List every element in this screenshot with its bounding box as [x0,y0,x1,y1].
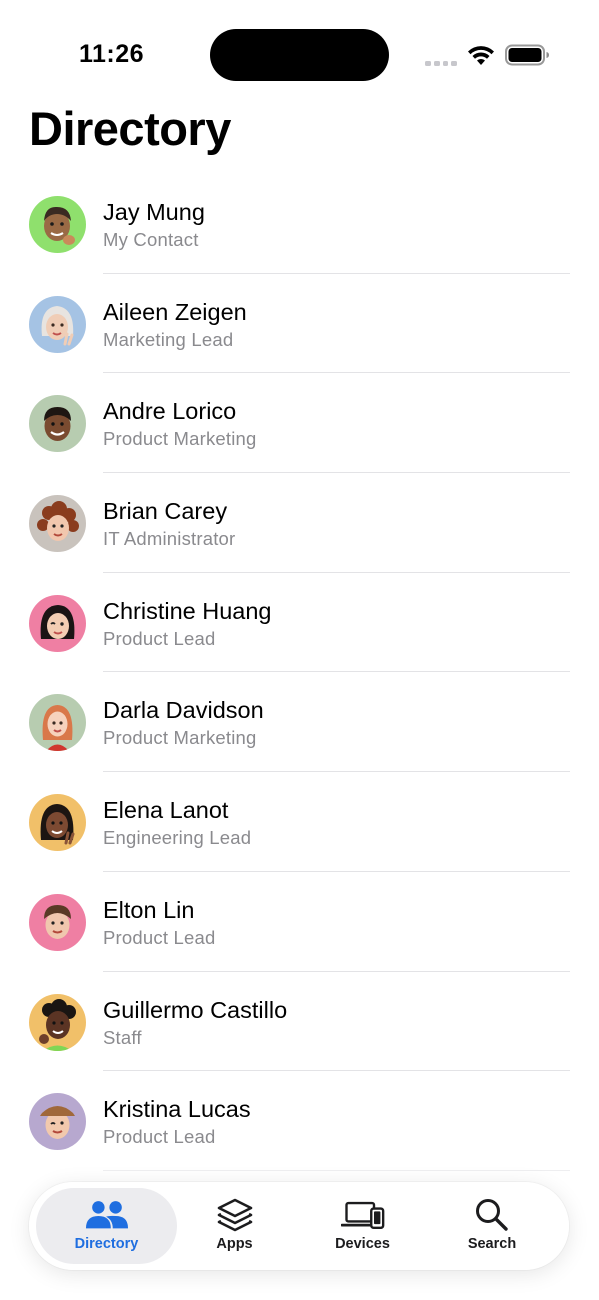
avatar [29,1093,86,1151]
avatar [29,694,86,752]
memoji-thumbs-up-icon [29,993,86,1051]
contact-list: Jay Mung My Contact Aileen Zeigen Market… [0,174,599,1171]
contact-role: Product Lead [103,926,216,948]
contact-role: Engineering Lead [103,827,252,849]
magnifying-glass-icon [470,1198,514,1232]
tab-directory[interactable]: Directory [36,1188,177,1264]
contact-name: Christine Huang [103,597,272,624]
contact-row[interactable]: Darla Davidson Product Marketing [0,672,599,773]
dynamic-island [210,29,389,81]
contact-role: IT Administrator [103,528,236,550]
tab-apps[interactable]: Apps [177,1182,292,1270]
tab-label: Devices [335,1236,390,1252]
wifi-icon [468,46,494,65]
contact-role: Staff [103,1026,142,1048]
tab-label: Search [467,1236,517,1252]
status-time: 11:26 [79,40,145,68]
contact-role: Marketing Lead [103,328,234,350]
contact-role: Product Lead [103,1126,216,1148]
avatar [29,794,86,852]
contact-name: Kristina Lucas [103,1096,251,1123]
contact-name: Andre Lorico [103,398,237,425]
people-icon [85,1198,129,1232]
memoji-smile-icon [29,395,86,453]
contact-role: My Contact [103,229,199,250]
contact-role: Product Marketing [103,727,257,749]
contact-name: Brian Carey [103,498,228,525]
tab-search[interactable]: Search [433,1182,551,1270]
tab-bar: Directory Apps Devices Search [29,1182,569,1270]
laptop-phone-icon [340,1198,385,1232]
avatar [29,395,86,453]
status-bar: 11:26 [0,0,599,100]
tab-devices[interactable]: Devices [292,1182,433,1270]
battery-icon [505,44,549,66]
tab-label: Apps [216,1236,253,1252]
contact-role: Product Lead [103,627,216,649]
memoji-peace-sign-icon [29,295,86,353]
avatar [29,993,86,1051]
contact-row[interactable]: Brian Carey IT Administrator [0,473,599,573]
page-title: Directory [29,102,231,155]
tab-label: Directory [74,1236,139,1252]
memoji-thumbs-up-icon [29,196,86,253]
contact-name: Elton Lin [103,896,195,923]
contact-row[interactable]: Andre Lorico Product Marketing [0,373,599,474]
avatar [29,893,86,951]
memoji-smile-icon [29,893,86,951]
stack-icon [213,1198,257,1232]
memoji-curly-hair-icon [29,495,86,553]
avatar [29,196,86,253]
memoji-wink-icon [29,594,86,652]
memoji-peace-sign-icon [29,794,86,852]
contact-name: Guillermo Castillo [103,996,288,1023]
contact-row[interactable]: Guillermo Castillo Staff [0,972,599,1072]
contact-name: Aileen Zeigen [103,298,247,325]
avatar [29,295,86,353]
contact-row[interactable]: Jay Mung My Contact [0,174,599,274]
contact-row[interactable]: Christine Huang Product Lead [0,573,599,673]
memoji-red-hair-icon [29,694,86,752]
contact-name: Darla Davidson [103,697,264,724]
contact-name: Jay Mung [103,199,205,225]
memoji-wink-icon [29,1093,86,1151]
contact-row[interactable]: Elena Lanot Engineering Lead [0,772,599,872]
contact-row[interactable]: Elton Lin Product Lead [0,872,599,972]
avatar [29,495,86,553]
contact-name: Elena Lanot [103,797,229,824]
avatar [29,594,86,652]
cellular-signal-icon [425,58,457,66]
contact-role: Product Marketing [103,428,257,450]
contact-row[interactable]: Aileen Zeigen Marketing Lead [0,274,599,374]
